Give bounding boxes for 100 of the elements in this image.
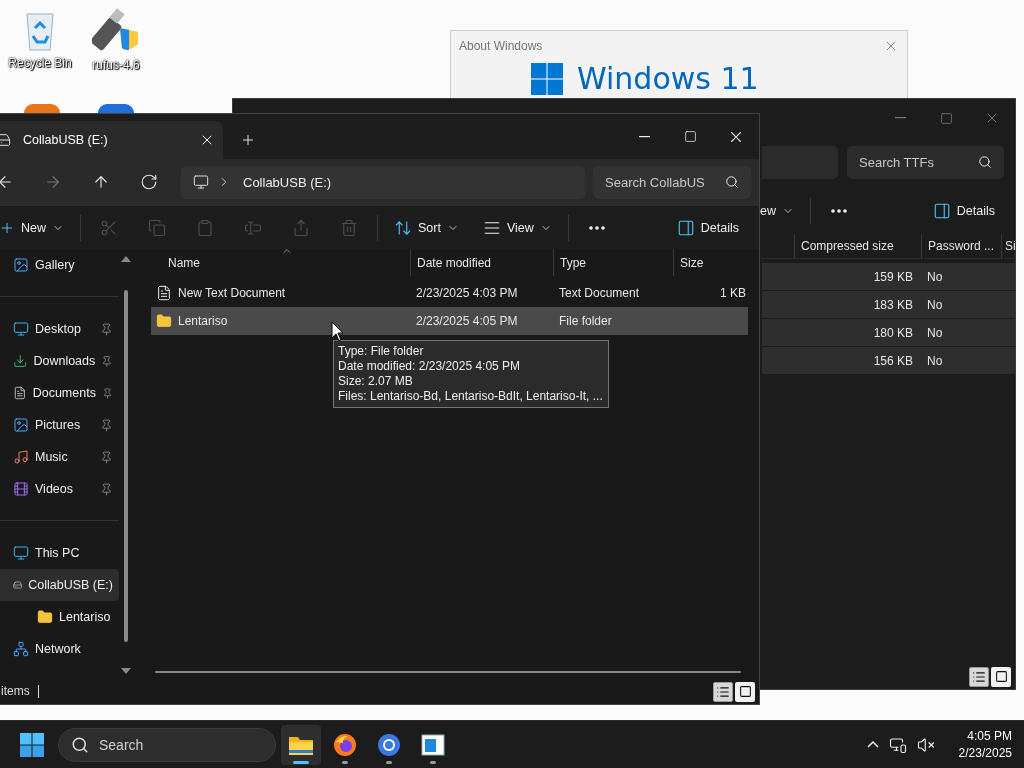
download-icon (13, 353, 28, 369)
more-icon (831, 208, 847, 213)
minimize-icon (638, 135, 650, 138)
table-cell: New Text Document (151, 285, 410, 301)
file-row[interactable]: New Text Document 2/23/2025 4:03 PM Text Document 1 KB (151, 279, 748, 307)
tooltip-line: Date modified: 2/23/2025 4:05 PM (338, 359, 522, 374)
maximize-icon (683, 130, 697, 143)
sidebar-item[interactable]: CollabUSB (E:) (0, 569, 119, 601)
volume-muted-icon (916, 735, 935, 754)
taskbar-search[interactable]: Search (58, 727, 276, 762)
column-header[interactable]: Type (553, 249, 673, 276)
mouse-pointer-icon (331, 321, 345, 342)
sidebar-item[interactable]: Documents (0, 377, 119, 409)
details-pane-icon (932, 201, 951, 220)
table-cell-text: File folder (558, 314, 613, 328)
refresh-icon (140, 173, 158, 191)
search-icon (71, 735, 89, 754)
sidebar-item[interactable]: Pictures (0, 409, 119, 441)
document-icon (156, 285, 172, 301)
view-toggle-button[interactable] (735, 681, 755, 702)
table-cell-text: 156 KB (872, 353, 914, 368)
sidebar-item[interactable]: Lentariso (0, 601, 119, 633)
file-row[interactable]: Lentariso 2/23/2025 4:05 PM File folder (151, 307, 748, 335)
column-header[interactable]: Size (673, 249, 753, 276)
plus-icon (240, 132, 256, 148)
status-text: items (0, 685, 39, 698)
document-icon (13, 385, 27, 401)
clock[interactable]: 4:05 PM 2/23/2025 (958, 727, 1012, 762)
search-icon (725, 175, 739, 189)
view-toggle-button[interactable] (969, 666, 989, 687)
table-row[interactable]: 159 KB No (762, 263, 1015, 291)
table-row[interactable]: 156 KB No (762, 347, 1015, 375)
table-cell-text: 1 KB (719, 286, 747, 300)
network-icon (13, 641, 29, 657)
table-row[interactable]: 180 KB No (762, 319, 1015, 347)
computer-icon (193, 174, 209, 190)
sort-button[interactable]: Sort (386, 210, 467, 245)
table-cell-text: No (926, 269, 944, 284)
window-icon (421, 733, 445, 756)
table-cell-text: 2/23/2025 4:03 PM (415, 286, 519, 300)
column-header[interactable]: Password ... (921, 234, 1001, 258)
table-cell-text: 159 KB (872, 269, 914, 284)
tooltip-line: Files: Lentariso-Bd, Lentariso-BdIt, Lentariso-It, ... (338, 389, 603, 404)
column-header[interactable]: Si (1001, 234, 1017, 258)
monitor-icon (13, 321, 29, 337)
sidebar-item[interactable]: Gallery (0, 249, 119, 281)
windows-logo-icon (20, 732, 44, 757)
view-toggle-button[interactable] (713, 681, 733, 702)
table-cell-text: Text Document (558, 286, 641, 300)
sidebar-item[interactable]: Downloads (0, 345, 119, 377)
maximize-icon (939, 111, 953, 125)
scroll-up-icon[interactable] (121, 255, 131, 262)
window-title: About Windows (459, 39, 543, 53)
film-icon (13, 481, 29, 497)
address-bar[interactable]: CollabUSB (E:) (181, 165, 585, 199)
desktop-icon-label[interactable]: rufus-4.6 (92, 58, 140, 72)
search-field[interactable]: Search CollabUS (593, 165, 751, 199)
fox-globe-icon (333, 732, 357, 757)
sidebar-item[interactable]: This PC (0, 537, 119, 569)
square-icon (994, 670, 1008, 683)
search-field[interactable]: Search TTFs (847, 145, 1004, 179)
scrollbar-thumb[interactable] (124, 290, 128, 642)
list-icon (972, 669, 986, 684)
view-toggle-button[interactable] (991, 666, 1011, 687)
network-status-icon (888, 735, 907, 754)
column-header[interactable]: Compressed size (794, 234, 921, 258)
table-row[interactable]: 183 KB No (762, 291, 1015, 319)
tooltip-line: Type: File folder (338, 344, 425, 359)
column-header[interactable]: Name (151, 249, 410, 276)
scroll-down-icon[interactable] (121, 668, 131, 675)
sidebar-item[interactable]: Network (0, 633, 119, 665)
sidebar-item[interactable]: Music (0, 441, 119, 473)
view-button[interactable]: ew (760, 193, 794, 228)
folder-icon (37, 609, 53, 625)
tooltip-line: Size: 2.07 MB (338, 374, 414, 389)
windows-logo-icon (531, 63, 563, 95)
logo-text: Windows 11 (577, 64, 759, 94)
table-cell: Lentariso (151, 313, 410, 329)
taskbar-app-button[interactable] (281, 724, 321, 765)
sidebar-item[interactable]: Desktop (0, 313, 119, 345)
image-icon (13, 417, 29, 433)
new-button[interactable]: New (0, 210, 72, 245)
table-cell-text: No (926, 353, 944, 368)
details-button[interactable]: Details (924, 193, 1003, 228)
desktop-icon-label[interactable]: Recycle Bin (8, 56, 72, 70)
sidebar-item[interactable]: Videos (0, 473, 119, 505)
table-cell-text: 180 KB (872, 325, 914, 340)
music-icon (13, 449, 29, 465)
column-header[interactable]: Date modified (410, 249, 553, 276)
list-icon (716, 684, 730, 699)
chevron-up-icon[interactable] (866, 741, 879, 748)
minimize-icon (894, 117, 906, 119)
app-shortcut-icon[interactable] (98, 104, 134, 113)
table-cell-text: No (926, 325, 944, 340)
view-button[interactable]: View (474, 210, 560, 245)
square-icon (738, 685, 752, 698)
tab[interactable]: CollabUSB (E:) (0, 121, 223, 159)
app-shortcut-icon[interactable] (24, 104, 60, 113)
details-button[interactable]: Details (668, 210, 747, 245)
scrollbar-thumb[interactable] (155, 671, 741, 673)
